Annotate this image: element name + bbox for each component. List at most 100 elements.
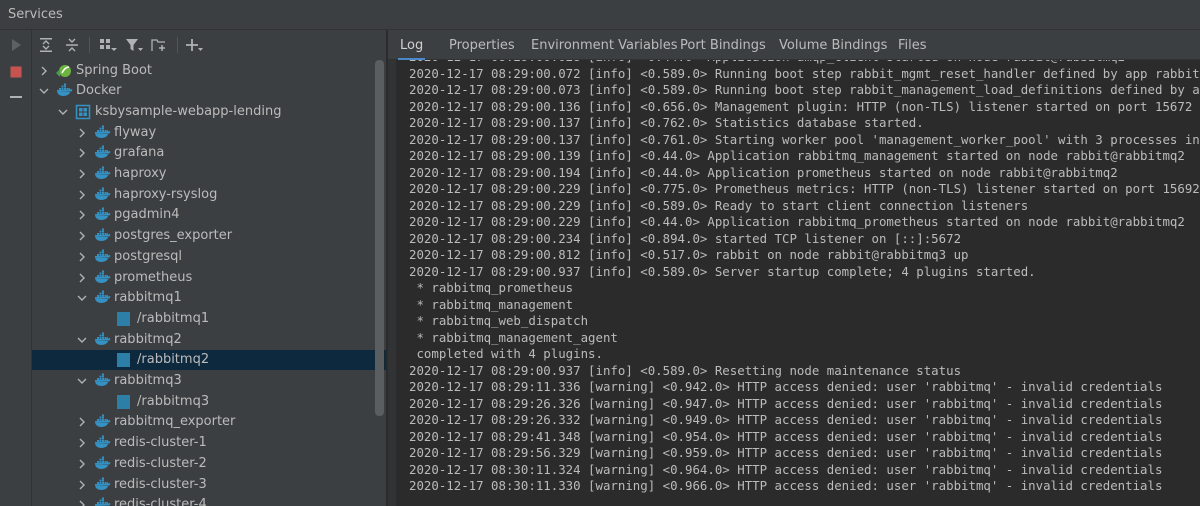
tree-node[interactable]: redis-cluster-2 [32, 454, 386, 474]
new-tab-button[interactable] [150, 35, 170, 55]
tab-properties[interactable]: Properties [449, 30, 515, 60]
expand-toggle[interactable] [38, 85, 50, 97]
chevron-right-icon[interactable] [76, 189, 88, 201]
node-label: Docker [76, 83, 122, 99]
docker-icon [94, 497, 111, 506]
log-line: 2020-12-17 08:29:26.332 [warning] <0.949… [409, 412, 1163, 427]
filter-button[interactable] [124, 35, 144, 55]
node-icon [115, 394, 132, 410]
chevron-right-icon[interactable] [76, 437, 88, 449]
chevron-right-icon[interactable] [76, 479, 88, 491]
node-icon [94, 270, 111, 286]
group-by-type-button[interactable] [98, 35, 118, 55]
node-label: /rabbitmq2 [137, 352, 210, 368]
expand-toggle[interactable] [76, 272, 88, 284]
container-row[interactable]: /rabbitmq2 [32, 350, 386, 371]
detail-tabs: Log Properties Environment Variables Port B… [388, 30, 1200, 61]
tree-node[interactable]: grafana [32, 143, 386, 163]
expand-toggle[interactable] [76, 499, 88, 506]
log-line: * rabbitmq_web_dispatch [409, 313, 589, 328]
tree-node[interactable]: rabbitmq1 [32, 288, 386, 308]
tree-node[interactable]: redis-cluster-4 [32, 495, 386, 506]
expand-toggle[interactable] [76, 375, 88, 387]
expand-toggle[interactable] [76, 437, 88, 449]
expand-toggle[interactable] [76, 479, 88, 491]
tree-scrollbar[interactable] [375, 60, 384, 416]
chevron-right-icon[interactable] [76, 230, 88, 242]
collapse-all-button[interactable] [62, 35, 82, 55]
expand-toggle[interactable] [76, 147, 88, 159]
tree-node[interactable]: prometheus [32, 268, 386, 288]
tree-node[interactable]: Docker [32, 81, 386, 101]
services-toolbar [32, 30, 386, 60]
tree-node[interactable]: redis-cluster-3 [32, 475, 386, 495]
tree-node[interactable]: ksbysample-webapp-lending [32, 102, 386, 122]
chevron-right-icon[interactable] [76, 272, 88, 284]
node-label: haproxy-rsyslog [114, 186, 218, 202]
container-row[interactable]: /rabbitmq1 [32, 309, 386, 329]
expand-toggle[interactable] [76, 127, 88, 139]
chevron-right-icon[interactable] [38, 65, 50, 77]
docker-icon [94, 228, 111, 242]
docker-icon [94, 414, 111, 428]
chevron-down-icon[interactable] [76, 375, 88, 387]
expand-toggle[interactable] [38, 65, 50, 77]
tree-node[interactable]: flyway [32, 123, 386, 143]
node-icon [94, 477, 111, 493]
collapse-panel-button[interactable] [6, 87, 26, 107]
expand-toggle[interactable] [76, 416, 88, 428]
chevron-down-icon[interactable] [76, 292, 88, 304]
tree-node[interactable]: postgresql [32, 247, 386, 267]
expand-toggle[interactable] [76, 189, 88, 201]
tree-node[interactable]: postgres_exporter [32, 226, 386, 246]
tree-node[interactable]: rabbitmq_exporter [32, 412, 386, 432]
expand-toggle[interactable] [76, 251, 88, 263]
node-label: grafana [114, 145, 165, 161]
node-label: postgres_exporter [114, 228, 233, 244]
expand-toggle[interactable] [76, 334, 88, 346]
tree-node[interactable]: redis-cluster-1 [32, 433, 386, 453]
run-button[interactable] [6, 35, 26, 55]
chevron-down-icon[interactable] [57, 106, 69, 118]
tab-environment-variables[interactable]: Environment Variables [531, 30, 678, 60]
add-service-button[interactable] [184, 35, 204, 55]
chevron-right-icon[interactable] [76, 416, 88, 428]
tree-node[interactable]: Spring Boot [32, 61, 386, 81]
chevron-right-icon[interactable] [76, 168, 88, 180]
expand-toggle[interactable] [76, 292, 88, 304]
tree-node[interactable]: haproxy-rsyslog [32, 185, 386, 205]
container-row[interactable]: /rabbitmq3 [32, 392, 386, 412]
tab-log[interactable]: Log [397, 30, 426, 61]
tree-node[interactable]: rabbitmq2 [32, 330, 386, 350]
docker-icon [94, 207, 111, 221]
tree-node[interactable]: haproxy [32, 164, 386, 184]
expand-toggle[interactable] [57, 106, 69, 118]
expand-toggle[interactable] [76, 209, 88, 221]
chevron-right-icon[interactable] [76, 251, 88, 263]
node-label: postgresql [114, 248, 183, 264]
node-label: /rabbitmq1 [137, 310, 210, 326]
node-label: rabbitmq1 [114, 290, 182, 306]
chevron-right-icon[interactable] [76, 209, 88, 221]
chevron-right-icon[interactable] [76, 499, 88, 506]
chevron-right-icon[interactable] [76, 147, 88, 159]
log-line: 2020-12-17 08:29:41.348 [warning] <0.954… [409, 428, 1163, 444]
chevron-down-icon[interactable] [76, 334, 88, 346]
tree-node[interactable]: rabbitmq3 [32, 371, 386, 391]
expand-toggle[interactable] [76, 168, 88, 180]
node-label: haproxy [114, 166, 167, 181]
stop-button[interactable] [6, 62, 26, 82]
chevron-right-icon[interactable] [76, 127, 88, 139]
tab-port-bindings[interactable]: Port Bindings [680, 30, 766, 60]
tab-files[interactable]: Files [898, 30, 927, 60]
expand-toggle[interactable] [76, 230, 88, 242]
tab-volume-bindings[interactable]: Volume Bindings [779, 30, 887, 60]
expand-toggle[interactable] [76, 458, 88, 470]
expand-all-button[interactable] [36, 35, 56, 55]
log-line: 2020-12-17 08:29:00.137 [info] <0.761.0>… [409, 131, 1200, 147]
tree-node[interactable]: pgadmin4 [32, 205, 386, 225]
node-icon [56, 63, 73, 79]
chevron-down-icon[interactable] [38, 85, 50, 97]
chevron-right-icon[interactable] [76, 458, 88, 470]
log-line: completed with 4 plugins. [409, 346, 603, 361]
